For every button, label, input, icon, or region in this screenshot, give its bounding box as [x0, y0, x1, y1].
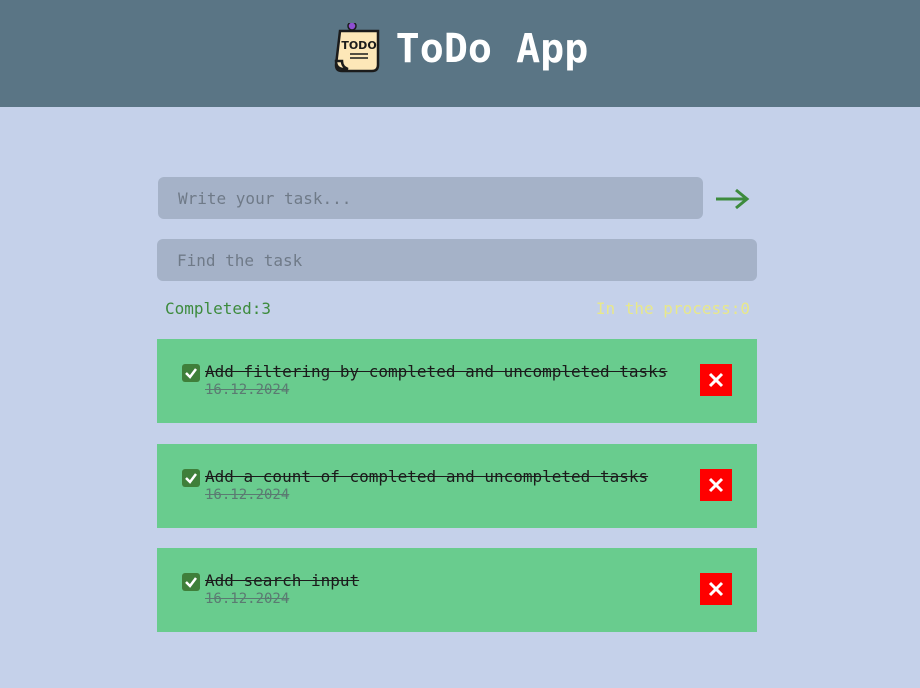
submit-task-button[interactable]: [713, 180, 751, 218]
search-input[interactable]: [157, 239, 757, 281]
page-title: ToDo App: [395, 25, 589, 72]
delete-task-button[interactable]: [700, 469, 732, 501]
task-text: Add search input: [205, 571, 360, 590]
arrow-right-icon: [716, 188, 750, 210]
close-icon: [708, 372, 724, 388]
task-date: 16.12.2024: [205, 591, 290, 607]
task-input[interactable]: [158, 177, 703, 219]
task-text: Add a count of completed and uncompleted…: [205, 467, 649, 486]
completed-count: Completed:3: [165, 299, 271, 318]
task-item: Add a count of completed and uncompleted…: [157, 444, 757, 528]
in-process-count: In the process:0: [595, 299, 750, 318]
task-date: 16.12.2024: [205, 487, 290, 503]
checkmark-icon: [185, 473, 197, 484]
task-checkbox[interactable]: [182, 573, 200, 591]
delete-task-button[interactable]: [700, 573, 732, 605]
task-date: 16.12.2024: [205, 382, 290, 398]
close-icon: [708, 477, 724, 493]
task-checkbox[interactable]: [182, 469, 200, 487]
app-header: TODO ToDo App: [0, 0, 920, 107]
todo-note-icon: TODO: [334, 22, 379, 72]
delete-task-button[interactable]: [700, 364, 732, 396]
logo-text: TODO: [341, 39, 376, 52]
task-item: Add search input 16.12.2024: [157, 548, 757, 632]
task-item: Add filtering by completed and uncomplet…: [157, 339, 757, 423]
checkmark-icon: [185, 368, 197, 379]
task-text: Add filtering by completed and uncomplet…: [205, 362, 668, 381]
checkmark-icon: [185, 577, 197, 588]
close-icon: [708, 581, 724, 597]
task-checkbox[interactable]: [182, 364, 200, 382]
